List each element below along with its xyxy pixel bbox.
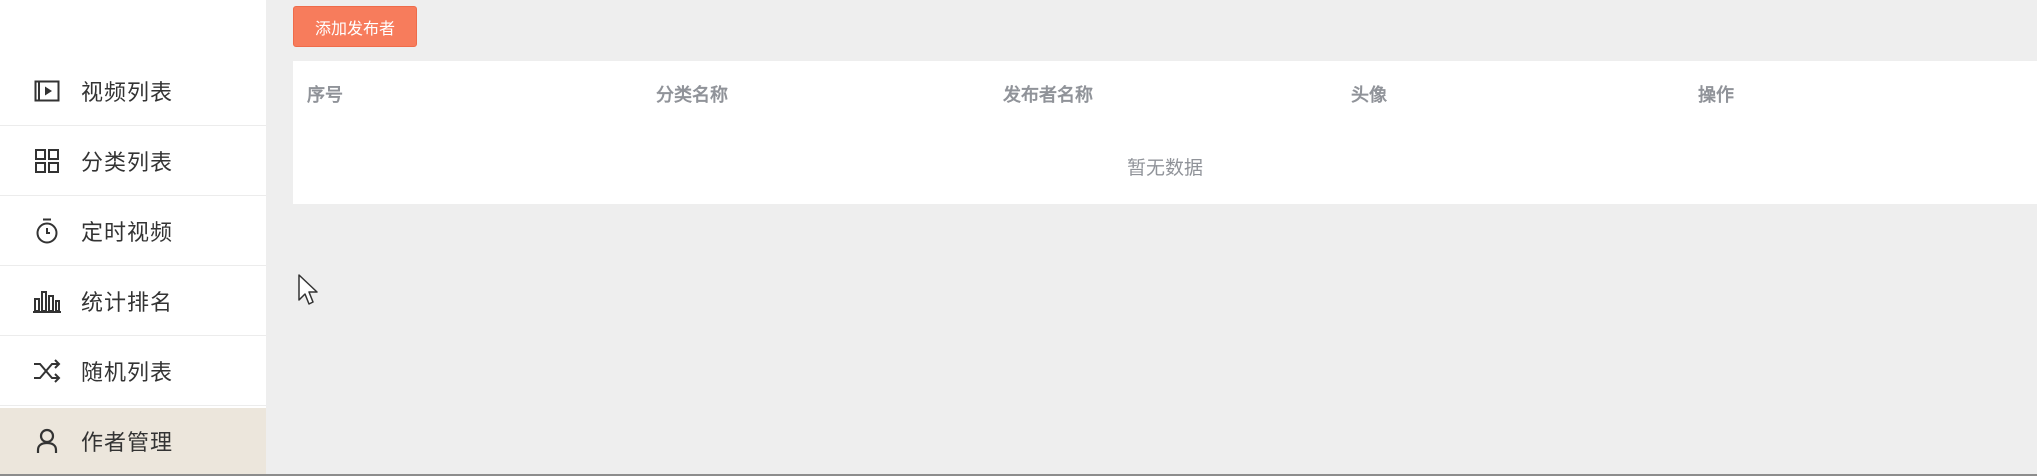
bar-chart-icon <box>33 287 61 315</box>
shuffle-icon <box>33 357 61 385</box>
sidebar-item-label: 统计排名 <box>81 290 174 316</box>
video-icon <box>33 77 61 105</box>
column-header-category-name: 分类名称 <box>656 85 728 106</box>
column-header-actions: 操作 <box>1698 85 1734 106</box>
sidebar-item-scheduled-video[interactable]: 定时视频 <box>0 196 266 266</box>
add-publisher-button[interactable]: 添加发布者 <box>293 6 417 47</box>
sidebar-item-label: 分类列表 <box>81 150 174 176</box>
sidebar-item-label: 作者管理 <box>81 431 174 456</box>
column-header-publisher-name: 发布者名称 <box>1003 85 1093 106</box>
sidebar-item-category-list[interactable]: 分类列表 <box>0 126 266 196</box>
sidebar-item-statistics-ranking[interactable]: 统计排名 <box>0 266 266 336</box>
sidebar-item-random-list[interactable]: 随机列表 <box>0 336 266 406</box>
publisher-table: 序号 分类名称 发布者名称 头像 操作 暂无数据 <box>293 61 2037 204</box>
sidebar-item-video-list[interactable]: 视频列表 <box>0 56 266 126</box>
sidebar-item-author-management[interactable]: 作者管理 <box>0 408 266 474</box>
grid-icon <box>33 147 61 175</box>
empty-state-text: 暂无数据 <box>1126 157 1203 179</box>
column-header-avatar: 头像 <box>1351 85 1387 106</box>
mouse-pointer-icon <box>298 274 320 310</box>
sidebar-item-label: 定时视频 <box>81 220 174 246</box>
timer-icon <box>33 217 61 245</box>
user-icon <box>33 427 61 455</box>
sidebar: 视频列表 分类列表 定时视频 统计排名 随机列表 作者管理 <box>0 0 266 474</box>
column-header-index: 序号 <box>307 85 343 106</box>
sidebar-item-label: 随机列表 <box>81 360 174 386</box>
sidebar-item-label: 视频列表 <box>81 80 174 106</box>
